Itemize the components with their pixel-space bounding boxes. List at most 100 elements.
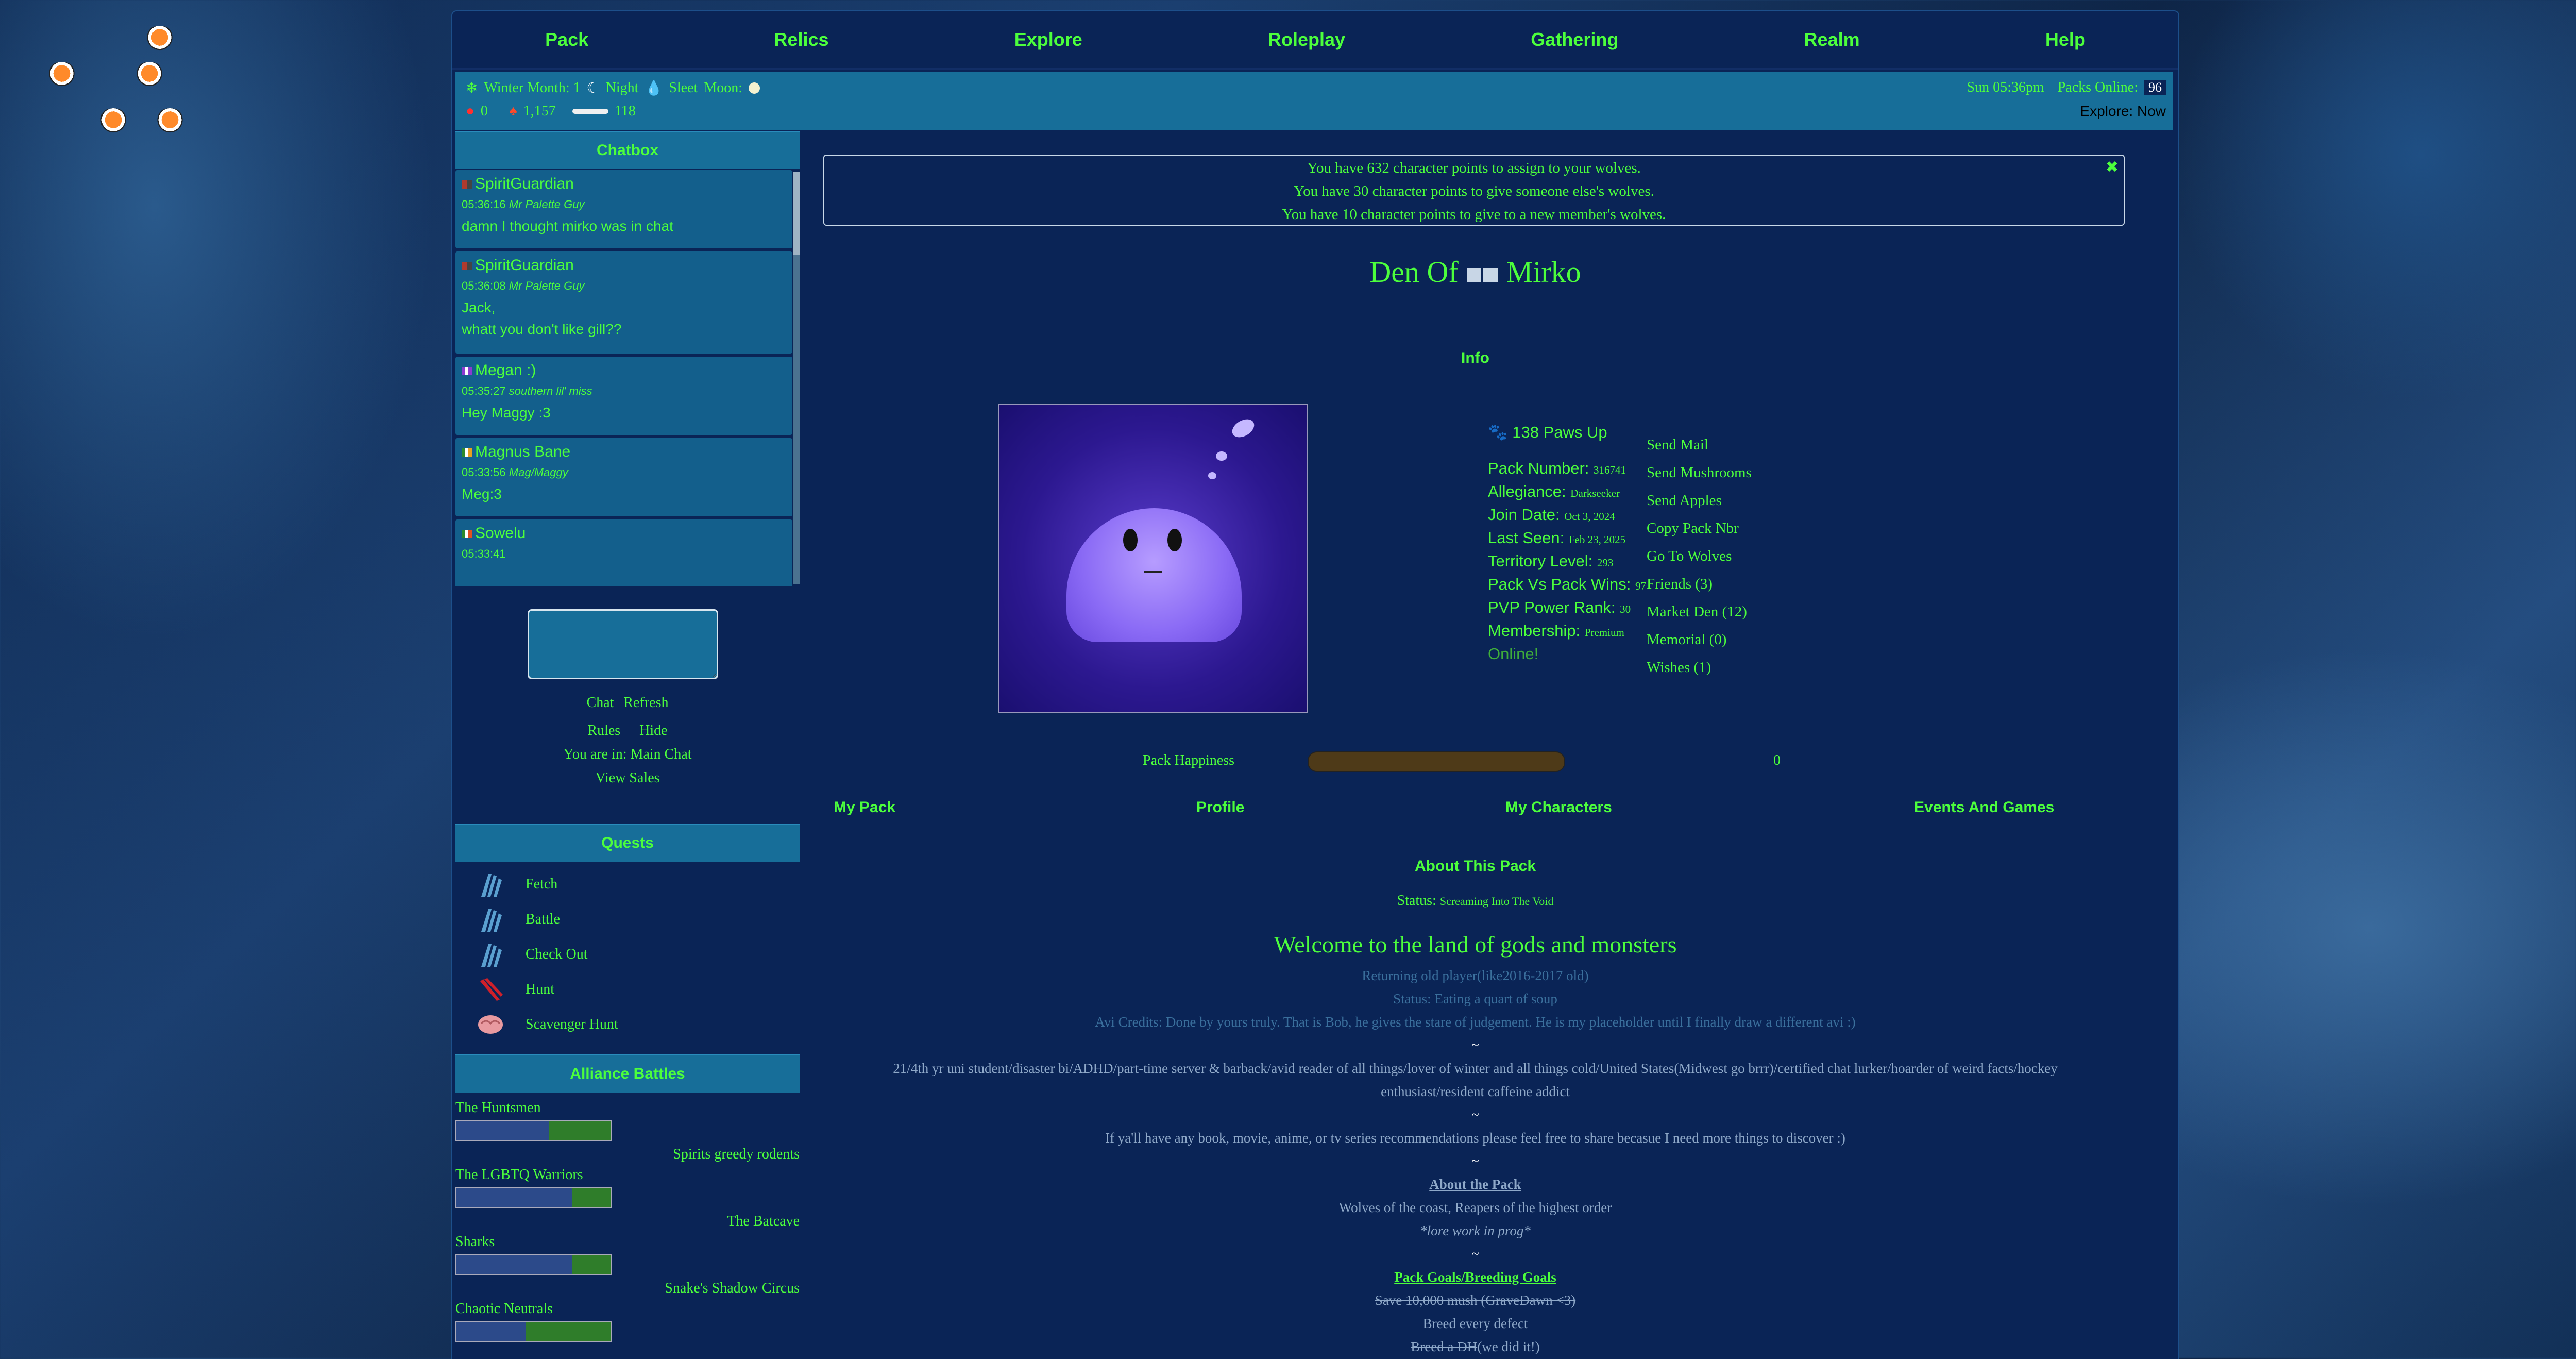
ghost-character bbox=[1066, 508, 1242, 642]
claw-icon bbox=[481, 909, 502, 932]
chat-options: Rules Hide bbox=[455, 723, 800, 739]
pack-status: Status: Screaming Into The Void bbox=[1397, 893, 1554, 909]
pack-actions: Send Mail Send Mushrooms Send Apples Cop… bbox=[1647, 431, 1752, 681]
pack-stats: 🐾 138 Paws Up Pack Number: 316741 Allegi… bbox=[1488, 421, 1646, 665]
fish-sprite bbox=[144, 26, 175, 52]
mushroom-count: 1,157 bbox=[523, 103, 556, 119]
fish-sprite bbox=[98, 108, 129, 134]
chat-button[interactable]: Chat bbox=[587, 695, 614, 711]
tab-profile[interactable]: Profile bbox=[1196, 799, 1244, 816]
copy-pack-number-link[interactable]: Copy Pack Nbr bbox=[1647, 514, 1752, 542]
chat-message: SpiritGuardian 05:36:16 Mr Palette Guy d… bbox=[455, 170, 792, 248]
ghost-eye bbox=[1167, 529, 1182, 551]
friends-link[interactable]: Friends (3) bbox=[1647, 570, 1752, 598]
tab-my-pack[interactable]: My Pack bbox=[834, 799, 895, 816]
apple-icon: ● bbox=[466, 103, 474, 119]
chat-username[interactable]: Megan :) bbox=[475, 362, 536, 379]
sleet-label: Sleet bbox=[669, 80, 698, 96]
alliance-team[interactable]: Spirits greedy rodents bbox=[455, 1144, 800, 1165]
alliance-team[interactable]: The Batcave bbox=[455, 1211, 800, 1232]
bone-icon bbox=[572, 109, 608, 114]
chat-subtitle: Mag/Maggy bbox=[509, 466, 568, 479]
chat-username[interactable]: Sowelu bbox=[475, 525, 526, 542]
alliance-progress-fill bbox=[526, 1322, 611, 1341]
send-mushrooms-link[interactable]: Send Mushrooms bbox=[1647, 459, 1752, 486]
packs-online-label: Packs Online: bbox=[2057, 79, 2138, 95]
quest-check-out[interactable]: Check Out bbox=[455, 937, 800, 972]
alliance-team[interactable]: The LGBTQ Warriors bbox=[455, 1165, 800, 1185]
alliance-progress-fill bbox=[572, 1188, 611, 1207]
paw-icon: 🐾 bbox=[1488, 423, 1508, 441]
happiness-label: Pack Happiness bbox=[1143, 752, 1235, 768]
hide-link[interactable]: Hide bbox=[639, 723, 667, 739]
alliance-progress-bar bbox=[455, 1321, 612, 1342]
alliance-progress-fill bbox=[572, 1255, 611, 1274]
happiness-value: 0 bbox=[1773, 752, 1781, 768]
mushroom-icon: ♠ bbox=[509, 103, 517, 119]
wishes-link[interactable]: Wishes (1) bbox=[1647, 653, 1752, 681]
about-text: Status: Eating a quart of soup bbox=[1393, 991, 1557, 1006]
info-heading: Info bbox=[1461, 349, 1489, 366]
nav-roleplay[interactable]: Roleplay bbox=[1268, 29, 1345, 51]
stat-row: Pack Vs Pack Wins: 97 bbox=[1488, 575, 1646, 593]
alliance-team[interactable]: Snake's Shadow Circus bbox=[455, 1278, 800, 1299]
top-nav: Pack Relics Explore Roleplay Gathering R… bbox=[452, 11, 2178, 70]
night-label: Night bbox=[605, 80, 639, 96]
quest-label: Scavenger Hunt bbox=[526, 1016, 618, 1032]
chat-username[interactable]: Magnus Bane bbox=[475, 443, 570, 460]
refresh-button[interactable]: Refresh bbox=[623, 695, 668, 711]
about-bio: 21/4th yr uni student/disaster bi/ADHD/p… bbox=[893, 1061, 2058, 1099]
nav-pack[interactable]: Pack bbox=[545, 29, 588, 51]
chat-actions: Chat Refresh bbox=[455, 695, 800, 711]
market-den-link[interactable]: Market Den (12) bbox=[1647, 598, 1752, 626]
den-prefix: Den Of bbox=[1369, 255, 1459, 289]
chat-subtitle: southern lil' miss bbox=[509, 384, 592, 397]
badge-icon bbox=[1467, 267, 1482, 282]
go-to-wolves-link[interactable]: Go To Wolves bbox=[1647, 542, 1752, 570]
stat-row: Membership: Premium bbox=[1488, 622, 1624, 640]
alliance-battles-panel: Alliance Battles The Huntsmen Spirits gr… bbox=[455, 1054, 800, 1345]
close-icon[interactable]: ✖ bbox=[2106, 156, 2119, 179]
chat-subtitle: Mr Palette Guy bbox=[509, 279, 585, 292]
chat-messages[interactable]: SpiritGuardian 05:36:16 Mr Palette Guy d… bbox=[455, 170, 800, 586]
send-apples-link[interactable]: Send Apples bbox=[1647, 486, 1752, 514]
quest-battle[interactable]: Battle bbox=[455, 902, 800, 937]
chat-time: 05:33:41 bbox=[462, 547, 506, 560]
chat-input[interactable] bbox=[528, 609, 718, 679]
chat-location: You are in: Main Chat bbox=[563, 746, 692, 762]
quest-scavenger-hunt[interactable]: Scavenger Hunt bbox=[455, 1007, 800, 1042]
crescent-moon-icon: ☾ bbox=[586, 80, 600, 96]
stat-row: Pack Number: 316741 bbox=[1488, 459, 1626, 477]
memorial-link[interactable]: Memorial (0) bbox=[1647, 626, 1752, 653]
nav-help[interactable]: Help bbox=[2045, 29, 2086, 51]
pack-happiness: Pack Happiness 0 bbox=[813, 749, 2178, 775]
divider: ~ bbox=[1471, 1246, 1479, 1262]
explore-timer[interactable]: Explore: Now bbox=[2080, 103, 2166, 120]
nav-relics[interactable]: Relics bbox=[774, 29, 828, 51]
chat-scroll-thumb[interactable] bbox=[793, 172, 800, 255]
alliance-team[interactable]: Chaotic Neutrals bbox=[455, 1299, 800, 1319]
nav-realm[interactable]: Realm bbox=[1804, 29, 1860, 51]
chat-username[interactable]: SpiritGuardian bbox=[475, 175, 574, 192]
send-mail-link[interactable]: Send Mail bbox=[1647, 431, 1752, 459]
paws-up[interactable]: 🐾 138 Paws Up bbox=[1488, 421, 1646, 444]
quest-fetch[interactable]: Fetch bbox=[455, 867, 800, 902]
tab-my-characters[interactable]: My Characters bbox=[1505, 799, 1612, 816]
claw-icon bbox=[481, 944, 502, 967]
quest-hunt[interactable]: Hunt bbox=[455, 972, 800, 1007]
chat-message: Sowelu 05:33:41 bbox=[455, 519, 792, 586]
notice-line: You have 632 character points to assign … bbox=[1307, 160, 1641, 176]
chat-time: 05:36:08 bbox=[462, 279, 506, 292]
full-moon-icon bbox=[749, 82, 760, 94]
nav-explore[interactable]: Explore bbox=[1014, 29, 1082, 51]
alliance-team[interactable]: The Huntsmen bbox=[455, 1098, 800, 1118]
rules-link[interactable]: Rules bbox=[587, 723, 620, 739]
chat-text: damn I thought mirko was in chat bbox=[462, 218, 673, 234]
view-sales-link[interactable]: View Sales bbox=[455, 770, 800, 786]
quests-title: Quests bbox=[455, 824, 800, 862]
chat-username[interactable]: SpiritGuardian bbox=[475, 257, 574, 274]
alliance-team[interactable]: Sharks bbox=[455, 1232, 800, 1252]
packs-online-count[interactable]: 96 bbox=[2144, 80, 2166, 95]
nav-gathering[interactable]: Gathering bbox=[1531, 29, 1618, 51]
tab-events-and-games[interactable]: Events And Games bbox=[1914, 799, 2054, 816]
